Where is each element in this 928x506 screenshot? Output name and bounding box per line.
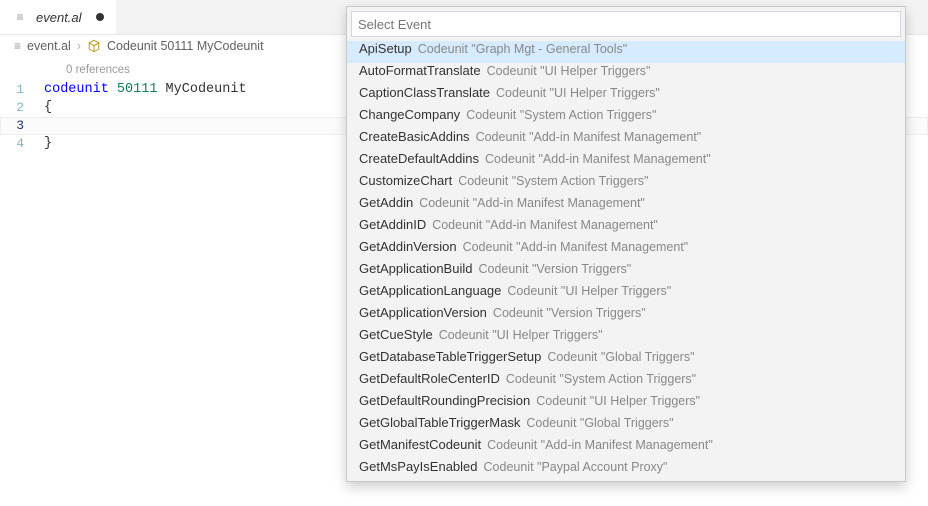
quick-open-item[interactable]: CustomizeChart Codeunit "System Action Tr… xyxy=(347,173,905,195)
quick-open-item-name: CaptionClassTranslate xyxy=(359,85,490,100)
quick-open-item[interactable]: GetAddinID Codeunit "Add-in Manifest Mana… xyxy=(347,217,905,239)
quick-open-item-name: GetApplicationLanguage xyxy=(359,283,501,298)
quick-open-item[interactable]: GetAddinVersion Codeunit "Add-in Manifest… xyxy=(347,239,905,261)
quick-open-item[interactable]: GetAddin Codeunit "Add-in Manifest Manage… xyxy=(347,195,905,217)
quick-open-item[interactable]: ApiSetup Codeunit "Graph Mgt - General To… xyxy=(347,41,905,63)
quick-open-item-name: GetAddinVersion xyxy=(359,239,457,254)
quick-open-item-detail: Codeunit "Add-in Manifest Management" xyxy=(419,196,645,210)
quick-open-item-name: GetManifestCodeunit xyxy=(359,437,481,452)
quick-open-item-name: CreateDefaultAddins xyxy=(359,151,479,166)
quick-open-item-name: GetDatabaseTableTriggerSetup xyxy=(359,349,541,364)
quick-open-item[interactable]: ChangeCompany Codeunit "System Action Tri… xyxy=(347,107,905,129)
quick-open-item[interactable]: CaptionClassTranslate Codeunit "UI Helper… xyxy=(347,85,905,107)
quick-open-input-wrap xyxy=(347,7,905,41)
al-file-icon: ≡ xyxy=(12,9,28,25)
quick-open-item-name: GetCueStyle xyxy=(359,327,433,342)
line-number: 2 xyxy=(0,99,44,117)
quick-open-item-detail: Codeunit "Paypal Account Proxy" xyxy=(484,460,668,474)
quick-open-item-detail: Codeunit "Add-in Manifest Management" xyxy=(463,240,689,254)
quick-open-item-name: AutoFormatTranslate xyxy=(359,63,481,78)
quick-open-item[interactable]: GetDefaultRoundingPrecision Codeunit "UI … xyxy=(347,393,905,415)
quick-open-item[interactable]: AutoFormatTranslate Codeunit "UI Helper T… xyxy=(347,63,905,85)
quick-open-item-detail: Codeunit "UI Helper Triggers" xyxy=(487,64,651,78)
quick-open-item[interactable]: GetGlobalTableTriggerMask Codeunit "Globa… xyxy=(347,415,905,437)
quick-open-item[interactable]: GetMsPayIsEnabled Codeunit "Paypal Accoun… xyxy=(347,459,905,481)
quick-open-item-name: GetApplicationVersion xyxy=(359,305,487,320)
quick-open-item-name: GetGlobalTableTriggerMask xyxy=(359,415,520,430)
quick-open-item-detail: Codeunit "Add-in Manifest Management" xyxy=(476,130,702,144)
al-file-icon: ≡ xyxy=(14,39,21,53)
quick-open-item-name: GetAddin xyxy=(359,195,413,210)
quick-open-item-name: GetApplicationBuild xyxy=(359,261,472,276)
editor-tab[interactable]: ≡ event.al xyxy=(0,0,116,34)
line-number: 4 xyxy=(0,135,44,153)
code-content[interactable] xyxy=(44,117,76,135)
quick-open-item-detail: Codeunit "UI Helper Triggers" xyxy=(536,394,700,408)
quick-open-item-detail: Codeunit "Version Triggers" xyxy=(478,262,631,276)
code-content[interactable]: codeunit 50111 MyCodeunit xyxy=(44,81,247,99)
line-number: 1 xyxy=(0,81,44,99)
cube-icon xyxy=(87,39,101,53)
quick-open-item[interactable]: GetApplicationLanguage Codeunit "UI Helpe… xyxy=(347,283,905,305)
quick-open-item-detail: Codeunit "Add-in Manifest Management" xyxy=(432,218,658,232)
chevron-right-icon: › xyxy=(77,39,81,53)
code-content[interactable]: } xyxy=(44,135,52,153)
quick-open-item-name: ChangeCompany xyxy=(359,107,460,122)
breadcrumb-symbol[interactable]: Codeunit 50111 MyCodeunit xyxy=(107,39,264,53)
quick-open-item[interactable]: CreateBasicAddins Codeunit "Add-in Manife… xyxy=(347,129,905,151)
quick-open-item-detail: Codeunit "System Action Triggers" xyxy=(506,372,696,386)
quick-open-input[interactable] xyxy=(351,11,901,37)
quick-open-item-detail: Codeunit "UI Helper Triggers" xyxy=(507,284,671,298)
quick-open-item[interactable]: GetDatabaseTableTriggerSetup Codeunit "Gl… xyxy=(347,349,905,371)
quick-open-item-detail: Codeunit "UI Helper Triggers" xyxy=(496,86,660,100)
quick-open-item-detail: Codeunit "Graph Mgt - General Tools" xyxy=(418,42,627,56)
quick-open-list[interactable]: ApiSetup Codeunit "Graph Mgt - General To… xyxy=(347,41,905,481)
quick-open-item-name: GetDefaultRoleCenterID xyxy=(359,371,500,386)
quick-open-item-name: CreateBasicAddins xyxy=(359,129,470,144)
quick-open-item-name: GetAddinID xyxy=(359,217,426,232)
quick-open-item-detail: Codeunit "UI Helper Triggers" xyxy=(439,328,603,342)
quick-open-item-detail: Codeunit "System Action Triggers" xyxy=(466,108,656,122)
quick-open-item[interactable]: GetApplicationVersion Codeunit "Version T… xyxy=(347,305,905,327)
quick-open-item[interactable]: GetManifestCodeunit Codeunit "Add-in Mani… xyxy=(347,437,905,459)
quick-open-item[interactable]: CreateDefaultAddins Codeunit "Add-in Mani… xyxy=(347,151,905,173)
code-content[interactable]: { xyxy=(44,99,52,117)
quick-open-item-detail: Codeunit "Add-in Manifest Management" xyxy=(487,438,713,452)
quick-open-item[interactable]: GetApplicationBuild Codeunit "Version Tri… xyxy=(347,261,905,283)
quick-open-item-detail: Codeunit "System Action Triggers" xyxy=(458,174,648,188)
quick-open-item-name: CustomizeChart xyxy=(359,173,452,188)
line-number: 3 xyxy=(0,117,44,135)
quick-open-item-detail: Codeunit "Global Triggers" xyxy=(526,416,673,430)
tab-dirty-indicator xyxy=(96,13,104,21)
quick-open-item[interactable]: GetDefaultRoleCenterID Codeunit "System A… xyxy=(347,371,905,393)
quick-open: ApiSetup Codeunit "Graph Mgt - General To… xyxy=(346,6,906,482)
quick-open-item-name: GetMsPayIsEnabled xyxy=(359,459,478,474)
quick-open-item-detail: Codeunit "Version Triggers" xyxy=(493,306,646,320)
tab-title: event.al xyxy=(36,10,82,25)
quick-open-item-name: GetDefaultRoundingPrecision xyxy=(359,393,530,408)
quick-open-item[interactable]: GetCueStyle Codeunit "UI Helper Triggers" xyxy=(347,327,905,349)
quick-open-item-name: ApiSetup xyxy=(359,41,412,56)
quick-open-item-detail: Codeunit "Global Triggers" xyxy=(547,350,694,364)
breadcrumb-file[interactable]: event.al xyxy=(27,39,71,53)
quick-open-item-detail: Codeunit "Add-in Manifest Management" xyxy=(485,152,711,166)
